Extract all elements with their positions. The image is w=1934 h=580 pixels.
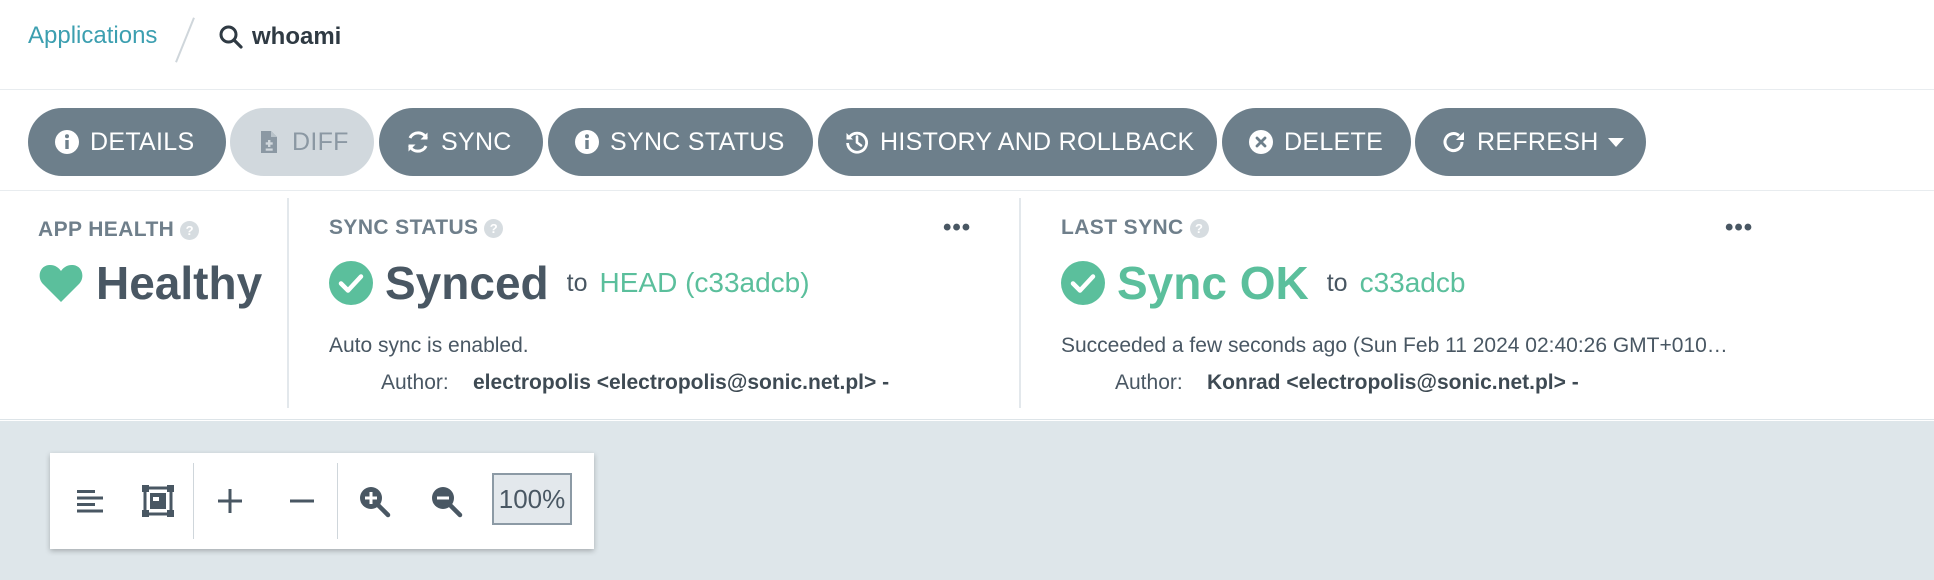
redo-icon xyxy=(1443,132,1464,153)
sync-status-revision-link[interactable]: HEAD (c33adcb) xyxy=(600,267,810,299)
delete-button[interactable]: DELETE xyxy=(1222,108,1411,176)
sync-status-title: SYNC STATUS ? xyxy=(329,216,504,240)
history-icon xyxy=(846,131,868,154)
align-left-icon xyxy=(77,490,103,513)
fit-screen-icon xyxy=(142,485,174,517)
last-sync-author-label: Author: xyxy=(1115,371,1183,394)
refresh-button[interactable]: REFRESH xyxy=(1415,108,1646,176)
sync-status-author-label: Author: xyxy=(381,371,449,394)
sync-status-button-label: SYNC STATUS xyxy=(610,127,785,156)
breadcrumb-current-label: whoami xyxy=(252,23,342,50)
caret-down-icon xyxy=(1607,138,1624,147)
last-sync-title: LAST SYNC ? xyxy=(1061,216,1209,240)
app-health-status: Healthy xyxy=(38,256,262,310)
sync-status-message: Auto sync is enabled. xyxy=(329,334,529,357)
sync-icon xyxy=(408,131,428,153)
sync-status-value: Synced xyxy=(385,257,549,309)
graph-canvas[interactable]: 100% xyxy=(0,421,1934,580)
help-icon[interactable]: ? xyxy=(180,220,200,240)
zoom-divider xyxy=(193,463,194,539)
details-button[interactable]: DETAILS xyxy=(28,108,226,176)
delete-button-label: DELETE xyxy=(1284,127,1384,156)
help-icon[interactable]: ? xyxy=(484,218,504,238)
refresh-button-label: REFRESH xyxy=(1477,127,1599,156)
sync-status-author: electropolis <electropolis@sonic.net.pl>… xyxy=(473,371,890,394)
fit-to-screen-button[interactable] xyxy=(132,475,184,527)
status-panel: APP HEALTH ? Healthy SYNC STATUS ? ••• S… xyxy=(0,192,1934,420)
last-sync-to: to xyxy=(1326,268,1348,297)
divider xyxy=(1019,198,1021,408)
details-button-label: DETAILS xyxy=(90,127,195,156)
sync-status-summary: Synced to HEAD (c33adcb) xyxy=(329,256,810,310)
check-circle-icon xyxy=(1061,261,1105,305)
diff-button-label: DIFF xyxy=(292,127,349,156)
file-diff-icon xyxy=(261,131,277,153)
last-sync-title-text: LAST SYNC xyxy=(1061,216,1184,239)
zoom-toolbar: 100% xyxy=(50,453,594,549)
app-health-title: APP HEALTH ? xyxy=(38,218,200,242)
sync-status-menu-button[interactable]: ••• xyxy=(943,214,971,242)
sync-status-title-text: SYNC STATUS xyxy=(329,216,479,239)
times-circle-icon xyxy=(1249,130,1273,154)
plus-icon xyxy=(218,489,242,513)
action-toolbar: DETAILS DIFF SYNC SYNC STATUS HISTORY AN… xyxy=(0,91,1934,191)
minus-icon xyxy=(290,499,314,503)
app-health-title-text: APP HEALTH xyxy=(38,218,175,241)
history-rollback-button[interactable]: HISTORY AND ROLLBACK xyxy=(818,108,1217,176)
breadcrumb-current-app[interactable]: whoami xyxy=(218,20,341,54)
zoom-out-button[interactable] xyxy=(420,475,472,527)
zoom-in-icon xyxy=(360,487,391,518)
last-sync-value: Sync OK xyxy=(1117,257,1309,309)
sync-status-to: to xyxy=(566,268,588,297)
last-sync-menu-button[interactable]: ••• xyxy=(1725,214,1753,242)
heart-icon xyxy=(39,264,83,302)
breadcrumb-separator xyxy=(175,17,195,63)
zoom-in-button[interactable] xyxy=(348,475,400,527)
sync-button-label: SYNC xyxy=(441,127,512,156)
diff-button[interactable]: DIFF xyxy=(230,108,374,176)
search-icon xyxy=(219,25,243,49)
info-circle-icon xyxy=(575,130,599,154)
help-icon[interactable]: ? xyxy=(1189,218,1209,238)
divider xyxy=(287,198,289,408)
sync-status-button[interactable]: SYNC STATUS xyxy=(548,108,813,176)
zoom-out-icon xyxy=(432,487,463,518)
check-circle-icon xyxy=(329,261,373,305)
app-health-value: Healthy xyxy=(96,257,263,309)
last-sync-summary: Sync OK to c33adcb xyxy=(1061,256,1465,310)
top-bar: Applications whoami xyxy=(0,0,1934,90)
last-sync-author: Konrad <electropolis@sonic.net.pl> - xyxy=(1207,371,1579,394)
breadcrumb-applications-link[interactable]: Applications xyxy=(28,22,157,50)
expand-button[interactable] xyxy=(204,475,256,527)
align-left-button[interactable] xyxy=(64,475,116,527)
info-circle-icon xyxy=(55,130,79,154)
sync-button[interactable]: SYNC xyxy=(379,108,543,176)
last-sync-message: Succeeded a few seconds ago (Sun Feb 11 … xyxy=(1061,334,1728,357)
collapse-button[interactable] xyxy=(276,475,328,527)
zoom-divider xyxy=(337,463,338,539)
last-sync-revision-link[interactable]: c33adcb xyxy=(1360,267,1466,299)
history-rollback-button-label: HISTORY AND ROLLBACK xyxy=(880,127,1195,156)
zoom-level-input[interactable]: 100% xyxy=(492,473,572,525)
